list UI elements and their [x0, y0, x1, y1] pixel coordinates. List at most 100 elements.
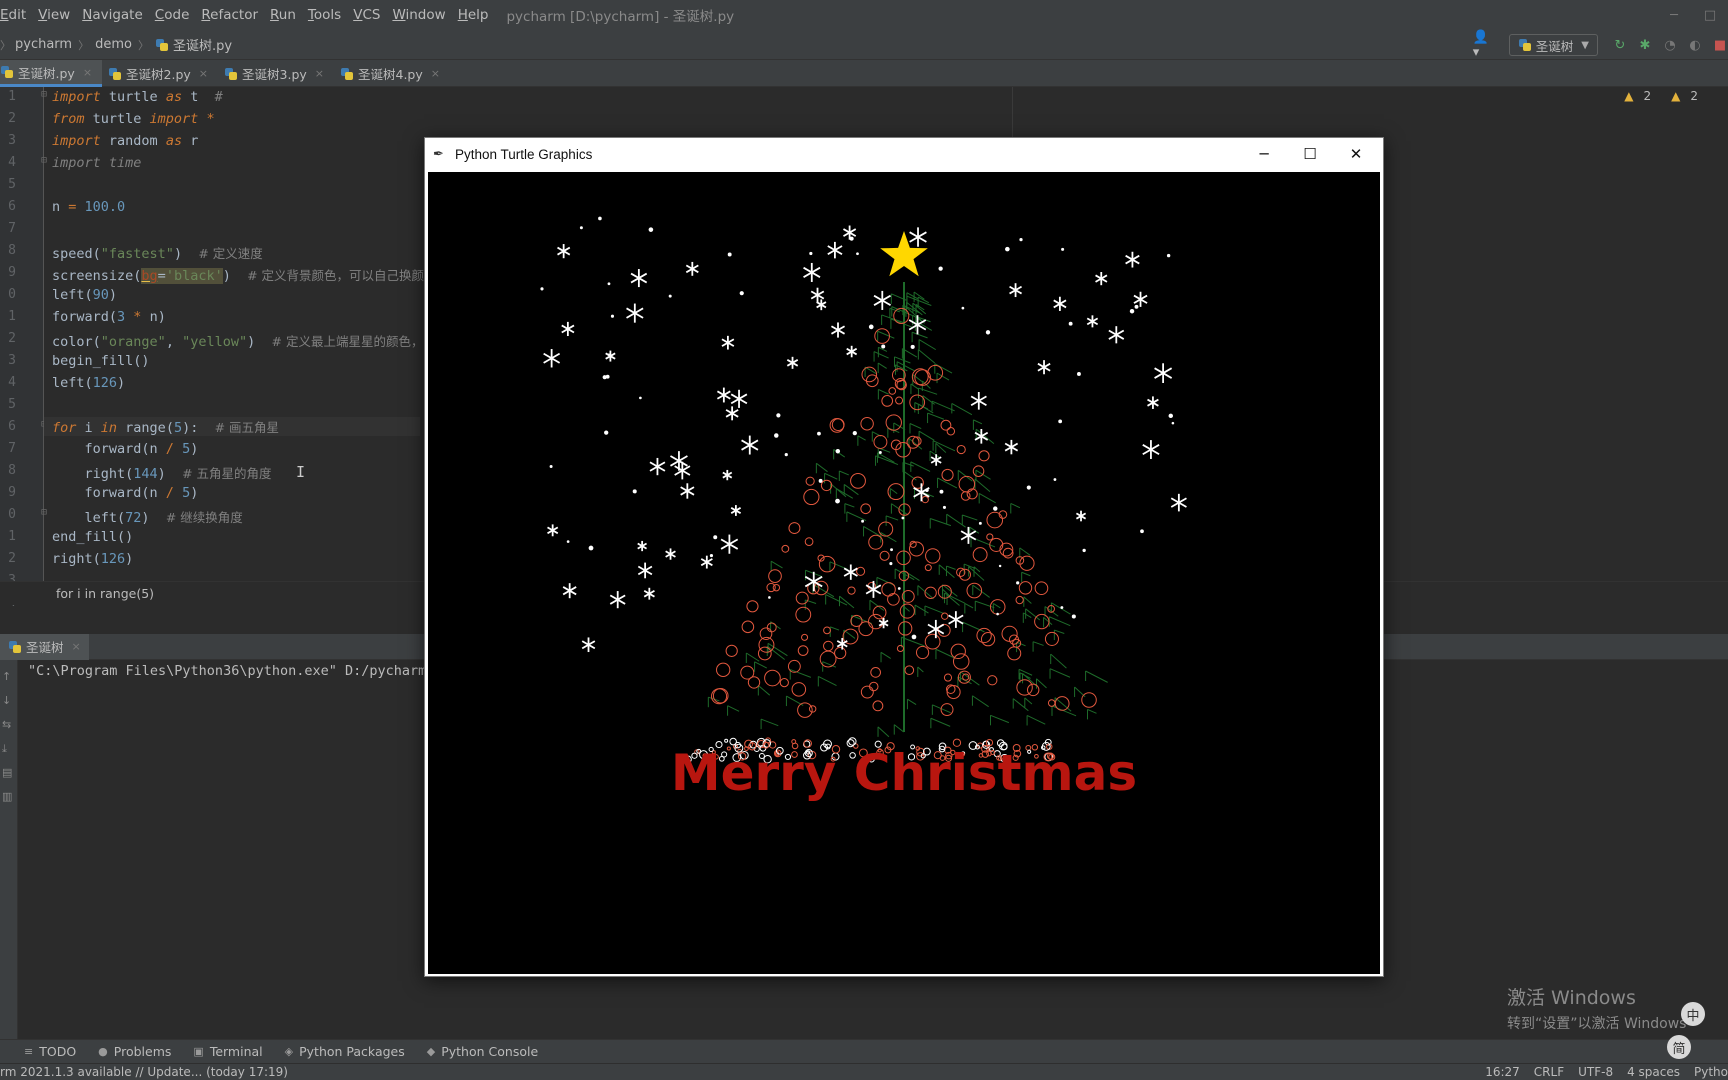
- line-number: 0: [8, 287, 16, 302]
- debug-icon[interactable]: ✱: [1637, 37, 1653, 53]
- ime-chinese-icon[interactable]: 中: [1681, 1002, 1705, 1026]
- fold-marker[interactable]: ⊟: [41, 155, 47, 166]
- weak-warning-count[interactable]: ▲ 2: [1661, 89, 1698, 103]
- snowflake: [1004, 439, 1019, 455]
- tool-tab[interactable]: ◆ Python Console: [427, 1044, 538, 1059]
- tree-branch: [974, 478, 991, 492]
- coverage-icon[interactable]: ◔: [1662, 37, 1678, 53]
- menu-item-3[interactable]: Code: [149, 7, 196, 23]
- ornament: [1034, 581, 1049, 596]
- editor-tab-label: 圣诞树2.py: [126, 67, 191, 82]
- packages-icon: ◈: [284, 1045, 294, 1058]
- tree-branch: [990, 714, 1010, 724]
- menu-item-1[interactable]: View: [32, 7, 76, 23]
- scroll-to-end-icon[interactable]: ⤓: [2, 742, 14, 755]
- menu-item-0[interactable]: Edit: [0, 7, 32, 23]
- terminal-icon: ▣: [193, 1045, 204, 1058]
- inspection-widget[interactable]: ▲ 2 ▲ 2: [1604, 89, 1698, 103]
- snowflake: [730, 389, 748, 408]
- profile-icon[interactable]: ◐: [1687, 37, 1703, 53]
- tool-tab[interactable]: ▣ Terminal: [193, 1044, 262, 1059]
- code-line-10: left(90): [52, 287, 118, 303]
- ime-simplified-icon[interactable]: 简: [1667, 1035, 1691, 1059]
- breadcrumb-project[interactable]: pycharm: [15, 37, 72, 52]
- up-arrow-icon[interactable]: ↑: [2, 670, 14, 683]
- line-number: 8: [8, 463, 16, 478]
- ornament: [895, 396, 904, 405]
- run-configuration-label: 圣诞树: [1535, 38, 1574, 54]
- indent-setting[interactable]: 4 spaces: [1627, 1065, 1680, 1079]
- ornament: [874, 328, 890, 344]
- maximize-ide-button[interactable]: □: [1690, 0, 1728, 30]
- snowflake-dot: [566, 540, 570, 543]
- code-line-19: forward(n / 5): [52, 485, 199, 501]
- breadcrumb-folder[interactable]: demo: [95, 37, 132, 52]
- tool-tab-label: Python Console: [441, 1044, 539, 1059]
- weak-warning-icon: ▲: [1671, 89, 1681, 103]
- breadcrumb-file[interactable]: 圣诞树.py: [155, 35, 232, 54]
- close-button[interactable]: ✕: [1333, 138, 1379, 170]
- maximize-button[interactable]: ☐: [1287, 138, 1333, 170]
- tree-branch: [869, 599, 885, 611]
- minimize-button[interactable]: ─: [1241, 138, 1287, 170]
- fold-marker[interactable]: ⊟: [41, 507, 47, 518]
- interpreter[interactable]: Pytho: [1694, 1065, 1728, 1079]
- menu-item-8[interactable]: Window: [386, 7, 451, 23]
- rerun-icon[interactable]: ↻: [1612, 37, 1628, 53]
- snowflake-dot: [1166, 253, 1171, 258]
- user-icon[interactable]: 👤▾: [1473, 30, 1489, 60]
- editor-tab[interactable]: 圣诞树2.py ×: [102, 60, 218, 87]
- snowflake-dot: [1005, 246, 1010, 252]
- close-icon[interactable]: ×: [199, 67, 208, 80]
- tool-tab[interactable]: ● Problems: [98, 1044, 171, 1059]
- file-encoding[interactable]: UTF-8: [1578, 1065, 1613, 1079]
- snowflake-dot: [897, 587, 901, 590]
- menu-item-6[interactable]: Tools: [302, 7, 347, 23]
- warning-count[interactable]: ▲ 2: [1614, 89, 1651, 103]
- update-notice[interactable]: rm 2021.1.3 available // Update... (toda…: [0, 1065, 288, 1079]
- tree-branch: [830, 626, 840, 631]
- menu-item-7[interactable]: VCS: [347, 7, 386, 23]
- menu-item-9[interactable]: Help: [452, 7, 495, 23]
- editor-tab[interactable]: 圣诞树.py ×: [0, 60, 103, 87]
- ornament: [986, 511, 1004, 529]
- tree-branch: [1023, 612, 1032, 619]
- editor-tab[interactable]: 圣诞树4.py ×: [334, 60, 450, 87]
- tree-branch: [934, 363, 953, 374]
- ornament: [989, 537, 1004, 552]
- snowflake-dot: [901, 516, 905, 520]
- menu-item-2[interactable]: Navigate: [76, 7, 149, 23]
- soft-wrap-icon[interactable]: ⇆: [2, 718, 14, 731]
- ornament: [1015, 595, 1024, 605]
- fold-marker[interactable]: ⊟: [41, 89, 47, 100]
- tool-tab[interactable]: ≡ TODO: [24, 1044, 76, 1059]
- run-configuration-select[interactable]: 圣诞树 ▼: [1508, 34, 1598, 56]
- snowflake: [741, 435, 759, 455]
- stop-icon[interactable]: ■: [1712, 37, 1728, 53]
- close-icon[interactable]: ×: [83, 66, 92, 79]
- print-icon[interactable]: ▤: [2, 766, 14, 779]
- run-tab[interactable]: 圣诞树 ×: [0, 633, 89, 660]
- snowflake: [1170, 493, 1187, 512]
- ornament: [746, 600, 759, 613]
- menu-item-4[interactable]: Refactor: [195, 7, 264, 23]
- editor-tab[interactable]: 圣诞树3.py ×: [218, 60, 334, 87]
- trash-icon[interactable]: ▥: [2, 790, 14, 803]
- snowflake-dot: [1140, 529, 1144, 534]
- tree-branch: [973, 419, 983, 425]
- menu-item-5[interactable]: Run: [264, 7, 302, 23]
- line-separator[interactable]: CRLF: [1534, 1065, 1564, 1079]
- tree-branch: [931, 400, 955, 412]
- code-breadcrumb[interactable]: for i in range(5): [56, 586, 154, 601]
- tree-branch: [927, 412, 945, 420]
- minimize-ide-button[interactable]: ─: [1654, 0, 1694, 30]
- down-arrow-icon[interactable]: ↓: [2, 694, 14, 707]
- close-icon[interactable]: ×: [72, 640, 81, 653]
- close-icon[interactable]: ×: [431, 67, 440, 80]
- caret-position[interactable]: 16:27: [1485, 1065, 1520, 1079]
- snowflake: [786, 356, 799, 369]
- turtle-title-bar[interactable]: ✒ Python Turtle Graphics ─ ☐ ✕: [425, 138, 1383, 170]
- close-icon[interactable]: ×: [315, 67, 324, 80]
- tool-tab[interactable]: ◈ Python Packages: [285, 1044, 405, 1059]
- snowflake-dot: [961, 306, 965, 310]
